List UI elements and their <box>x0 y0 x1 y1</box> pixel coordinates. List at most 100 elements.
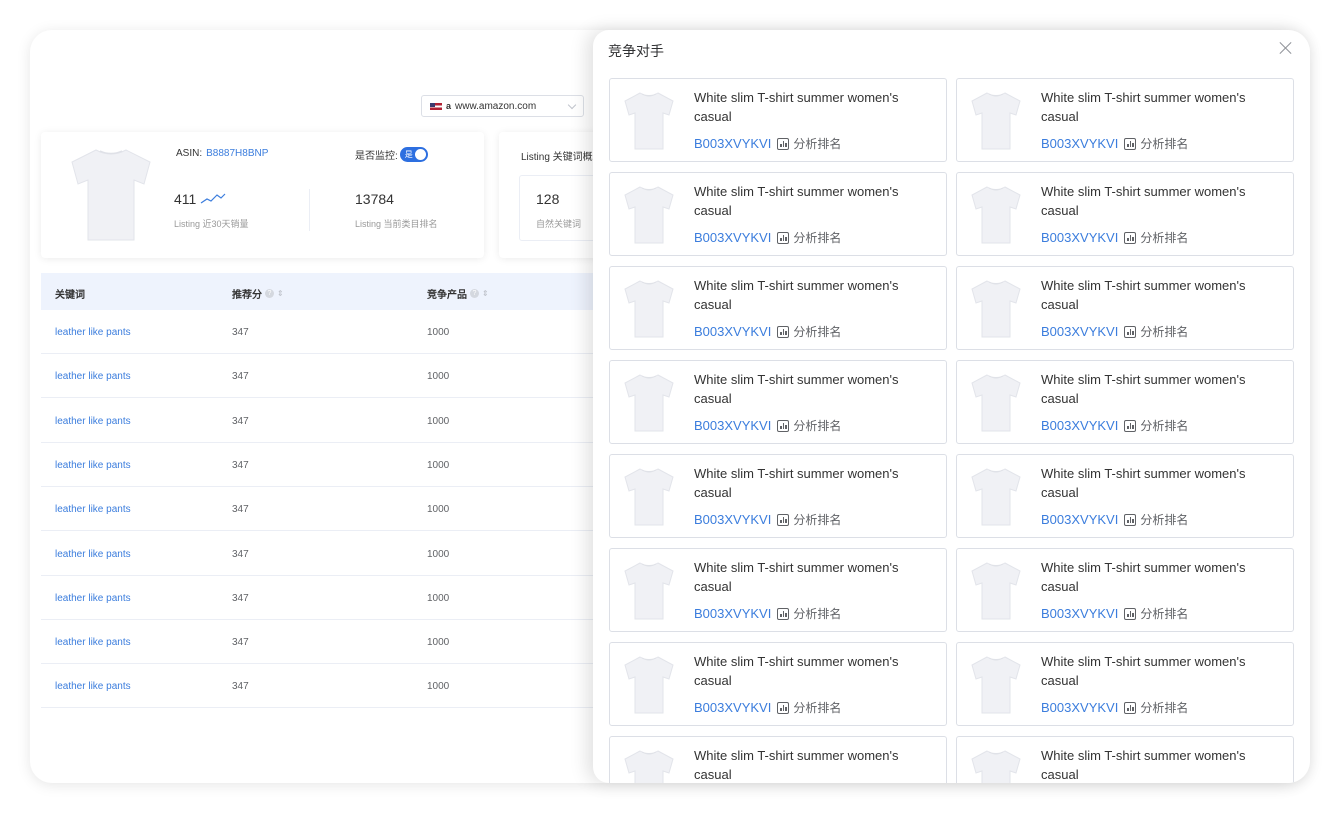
keyword-link[interactable]: leather like pants <box>55 504 131 515</box>
competitor-title[interactable]: White slim T-shirt summer women's casual <box>1041 276 1281 314</box>
competitor-title[interactable]: White slim T-shirt summer women's casual <box>1041 88 1281 126</box>
analyze-rank-button[interactable]: 分析排名 <box>1124 323 1188 340</box>
competitor-card[interactable]: White slim T-shirt summer women's casual… <box>609 642 947 726</box>
competitor-asin[interactable]: B003XVYKVI <box>694 136 771 151</box>
competitor-card[interactable]: White slim T-shirt summer women's casual… <box>956 548 1294 632</box>
competitor-card[interactable]: White slim T-shirt summer women's casual… <box>956 360 1294 444</box>
competitor-asin[interactable]: B003XVYKVI <box>1041 418 1118 433</box>
competitor-asin[interactable]: B003XVYKVI <box>694 606 771 621</box>
competitor-card[interactable]: White slim T-shirt summer women's casual… <box>956 266 1294 350</box>
competitor-asin[interactable]: B003XVYKVI <box>1041 700 1118 715</box>
keyword-link[interactable]: leather like pants <box>55 371 131 382</box>
competitor-title[interactable]: White slim T-shirt summer women's casual <box>694 182 934 220</box>
competitor-asin[interactable]: B003XVYKVI <box>1041 512 1118 527</box>
competitor-card[interactable]: White slim T-shirt summer women's casual… <box>609 360 947 444</box>
analyze-rank-button[interactable]: 分析排名 <box>777 699 841 716</box>
analyze-rank-button[interactable]: 分析排名 <box>777 605 841 622</box>
col-score[interactable]: 推荐分? ⇕ <box>232 286 284 301</box>
table-row: leather like pants 347 1000 <box>41 310 601 354</box>
keyword-link[interactable]: leather like pants <box>55 460 131 471</box>
competitor-card[interactable]: White slim T-shirt summer women's casual… <box>609 736 947 783</box>
competitor-title[interactable]: White slim T-shirt summer women's casual <box>1041 464 1281 502</box>
competitor-title[interactable]: White slim T-shirt summer women's casual <box>1041 370 1281 408</box>
keyword-link[interactable]: leather like pants <box>55 681 131 692</box>
bar-chart-icon <box>777 513 790 526</box>
competitors-value: 1000 <box>427 681 450 693</box>
competitors-drawer: 竞争对手 White slim T-shirt summer women's c… <box>593 30 1310 783</box>
chevron-down-icon <box>567 100 577 109</box>
competitor-title[interactable]: White slim T-shirt summer women's casual <box>694 370 934 408</box>
competitor-image <box>968 89 1024 156</box>
competitor-asin[interactable]: B003XVYKVI <box>1041 324 1118 339</box>
asin-value[interactable]: B8887H8BNP <box>206 148 268 159</box>
monitor-toggle[interactable]: 是 <box>399 147 428 162</box>
keyword-link[interactable]: leather like pants <box>55 549 131 560</box>
marketplace-select[interactable]: a www.amazon.com <box>421 95 584 117</box>
col-keyword: 关键词 <box>55 290 85 301</box>
competitor-card[interactable]: White slim T-shirt summer women's casual… <box>956 454 1294 538</box>
help-icon[interactable]: ? <box>265 289 274 298</box>
analyze-rank-button[interactable]: 分析排名 <box>777 511 841 528</box>
competitor-asin[interactable]: B003XVYKVI <box>1041 230 1118 245</box>
sort-icon[interactable]: ⇕ <box>482 289 489 298</box>
competitor-title[interactable]: White slim T-shirt summer women's casual <box>694 558 934 596</box>
competitor-title[interactable]: White slim T-shirt summer women's casual <box>1041 182 1281 220</box>
table-row: leather like pants 347 1000 <box>41 620 601 665</box>
competitor-card[interactable]: White slim T-shirt summer women's casual… <box>609 172 947 256</box>
analyze-rank-button[interactable]: 分析排名 <box>1124 511 1188 528</box>
competitor-image <box>621 465 677 532</box>
trend-line-icon[interactable] <box>200 193 226 205</box>
score-value: 347 <box>232 548 249 560</box>
competitor-title[interactable]: White slim T-shirt summer women's casual <box>1041 746 1281 783</box>
us-flag-icon <box>430 102 442 110</box>
analyze-rank-button[interactable]: 分析排名 <box>1124 417 1188 434</box>
sort-icon[interactable]: ⇕ <box>277 289 284 298</box>
competitor-title[interactable]: White slim T-shirt summer women's casual <box>1041 652 1281 690</box>
competitor-card[interactable]: White slim T-shirt summer women's casual… <box>956 172 1294 256</box>
competitor-card[interactable]: White slim T-shirt summer women's casual… <box>609 454 947 538</box>
competitors-value: 1000 <box>427 592 450 604</box>
competitor-card[interactable]: White slim T-shirt summer women's casual… <box>609 548 947 632</box>
analyze-rank-button[interactable]: 分析排名 <box>777 417 841 434</box>
score-value: 347 <box>232 504 249 516</box>
competitor-asin[interactable]: B003XVYKVI <box>694 512 771 527</box>
analyze-rank-button[interactable]: 分析排名 <box>1124 605 1188 622</box>
competitors-value: 1000 <box>427 415 450 427</box>
table-row: leather like pants 347 1000 <box>41 399 601 443</box>
score-value: 347 <box>232 415 249 427</box>
col-competitors[interactable]: 竞争产品? ⇕ <box>427 286 489 301</box>
competitor-title[interactable]: White slim T-shirt summer women's casual <box>694 652 934 690</box>
analyze-rank-button[interactable]: 分析排名 <box>1124 135 1188 152</box>
analyze-rank-button[interactable]: 分析排名 <box>1124 699 1188 716</box>
keyword-link[interactable]: leather like pants <box>55 327 131 338</box>
competitor-asin[interactable]: B003XVYKVI <box>1041 136 1118 151</box>
close-icon[interactable] <box>1276 38 1296 58</box>
competitor-asin[interactable]: B003XVYKVI <box>694 230 771 245</box>
competitor-card[interactable]: White slim T-shirt summer women's casual… <box>956 736 1294 783</box>
competitor-card[interactable]: White slim T-shirt summer women's casual… <box>609 78 947 162</box>
competitor-title[interactable]: White slim T-shirt summer women's casual <box>694 276 934 314</box>
score-value: 347 <box>232 681 249 693</box>
competitor-image <box>621 747 677 783</box>
competitor-asin[interactable]: B003XVYKVI <box>694 324 771 339</box>
analyze-rank-button[interactable]: 分析排名 <box>1124 229 1188 246</box>
competitor-card[interactable]: White slim T-shirt summer women's casual… <box>956 642 1294 726</box>
keyword-link[interactable]: leather like pants <box>55 637 131 648</box>
competitor-title[interactable]: White slim T-shirt summer women's casual <box>1041 558 1281 596</box>
competitor-card[interactable]: White slim T-shirt summer women's casual… <box>956 78 1294 162</box>
competitor-image <box>621 559 677 626</box>
analyze-rank-button[interactable]: 分析排名 <box>777 135 841 152</box>
competitor-title[interactable]: White slim T-shirt summer women's casual <box>694 746 934 783</box>
help-icon[interactable]: ? <box>470 289 479 298</box>
keyword-link[interactable]: leather like pants <box>55 593 131 604</box>
competitor-asin[interactable]: B003XVYKVI <box>694 700 771 715</box>
competitor-title[interactable]: White slim T-shirt summer women's casual <box>694 464 934 502</box>
competitor-image <box>621 183 677 250</box>
competitor-asin[interactable]: B003XVYKVI <box>1041 606 1118 621</box>
competitor-card[interactable]: White slim T-shirt summer women's casual… <box>609 266 947 350</box>
analyze-rank-button[interactable]: 分析排名 <box>777 323 841 340</box>
competitor-title[interactable]: White slim T-shirt summer women's casual <box>694 88 934 126</box>
keyword-link[interactable]: leather like pants <box>55 416 131 427</box>
competitor-asin[interactable]: B003XVYKVI <box>694 418 771 433</box>
analyze-rank-button[interactable]: 分析排名 <box>777 229 841 246</box>
